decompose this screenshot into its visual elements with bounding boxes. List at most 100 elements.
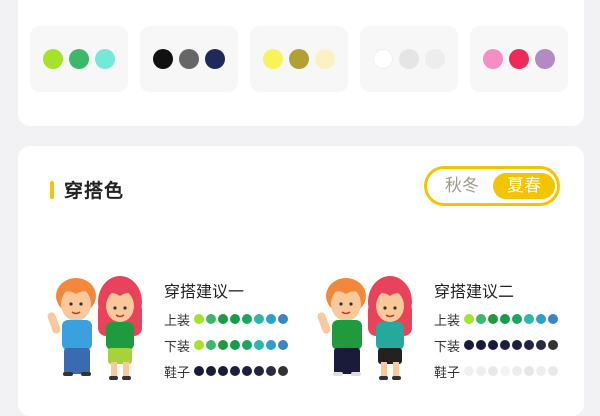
color-dots xyxy=(464,366,558,376)
color-dot xyxy=(206,314,216,324)
suggestion-title: 穿搭建议二 xyxy=(434,282,515,301)
color-dot xyxy=(242,340,252,350)
color-dot xyxy=(536,366,546,376)
palette-swatch[interactable] xyxy=(470,26,568,92)
row-label: 上装 xyxy=(434,313,461,329)
color-dot xyxy=(476,340,486,350)
color-dot xyxy=(194,366,204,376)
color-dot xyxy=(218,314,228,324)
color-dot xyxy=(242,366,252,376)
color-dot xyxy=(206,340,216,350)
row-label: 鞋子 xyxy=(164,365,191,381)
color-dot xyxy=(254,366,264,376)
color-dot xyxy=(464,340,474,350)
outfit-suggestion-1[interactable]: 穿搭建议一 上装 下装 鞋子 xyxy=(42,266,292,416)
color-dot xyxy=(289,49,309,69)
color-dot xyxy=(278,340,288,350)
color-dot xyxy=(476,314,486,324)
color-dot xyxy=(266,314,276,324)
color-dots xyxy=(194,340,288,350)
row-label: 上装 xyxy=(164,313,191,329)
color-dot xyxy=(206,366,216,376)
color-dot xyxy=(278,366,288,376)
couple-illustration xyxy=(47,276,142,380)
color-dot xyxy=(194,340,204,350)
color-dot xyxy=(399,49,419,69)
palette-card xyxy=(18,0,584,126)
color-dot xyxy=(524,314,534,324)
row-shoes: 鞋子 xyxy=(434,362,558,381)
outfit-color-card: 穿搭色 秋冬 夏春 穿搭建议一 上装 下装 鞋子 穿搭建议二 上装 下装 鞋子 xyxy=(18,146,584,416)
color-dot xyxy=(509,49,529,69)
color-dot xyxy=(266,366,276,376)
color-dot xyxy=(548,340,558,350)
season-option-autumn-winter[interactable]: 秋冬 xyxy=(433,173,491,199)
color-dot xyxy=(194,314,204,324)
color-dot xyxy=(536,340,546,350)
color-dot xyxy=(230,340,240,350)
color-dot xyxy=(464,314,474,324)
palette-swatch[interactable] xyxy=(360,26,458,92)
row-shoes: 鞋子 xyxy=(164,362,288,381)
color-dot xyxy=(512,340,522,350)
row-label: 鞋子 xyxy=(434,365,461,381)
section-accent-bar xyxy=(50,181,54,199)
couple-illustration xyxy=(317,276,412,380)
color-dot xyxy=(512,314,522,324)
color-dot xyxy=(488,366,498,376)
girl-figure xyxy=(98,276,142,380)
color-dot xyxy=(500,366,510,376)
color-dot xyxy=(535,49,555,69)
color-dot xyxy=(464,366,474,376)
color-dot xyxy=(524,340,534,350)
color-dot xyxy=(179,49,199,69)
suggestion-title: 穿搭建议一 xyxy=(164,282,245,301)
color-dot xyxy=(254,314,264,324)
color-dot xyxy=(266,340,276,350)
color-dot xyxy=(425,49,445,69)
color-dot xyxy=(483,49,503,69)
row-label: 下装 xyxy=(164,339,191,355)
color-dot xyxy=(488,314,498,324)
color-dot xyxy=(254,340,264,350)
boy-figure xyxy=(47,278,96,376)
color-dot xyxy=(476,366,486,376)
color-dots xyxy=(194,366,288,376)
color-dot xyxy=(43,49,63,69)
row-bottom: 下装 xyxy=(434,336,558,355)
color-dot xyxy=(373,49,393,69)
color-dots xyxy=(194,314,288,324)
row-top: 上装 xyxy=(164,310,288,329)
row-label: 下装 xyxy=(434,339,461,355)
season-option-summer-spring[interactable]: 夏春 xyxy=(493,173,555,199)
color-dots xyxy=(464,314,558,324)
color-dot xyxy=(69,49,89,69)
color-dot xyxy=(500,314,510,324)
row-top: 上装 xyxy=(434,310,558,329)
color-dot xyxy=(488,340,498,350)
outfit-suggestion-2[interactable]: 穿搭建议二 上装 下装 鞋子 xyxy=(312,266,562,416)
color-dot xyxy=(242,314,252,324)
color-dot xyxy=(230,314,240,324)
color-dot xyxy=(153,49,173,69)
color-dot xyxy=(548,314,558,324)
color-dot xyxy=(95,49,115,69)
color-dot xyxy=(548,366,558,376)
row-bottom: 下装 xyxy=(164,336,288,355)
color-dot xyxy=(218,340,228,350)
color-dot xyxy=(205,49,225,69)
season-toggle[interactable]: 秋冬 夏春 xyxy=(424,166,560,206)
color-dot xyxy=(500,340,510,350)
color-dot xyxy=(512,366,522,376)
girl-figure xyxy=(368,276,412,380)
palette-swatch[interactable] xyxy=(30,26,128,92)
palette-swatch[interactable] xyxy=(140,26,238,92)
color-dot xyxy=(230,366,240,376)
color-dot xyxy=(278,314,288,324)
palette-swatch[interactable] xyxy=(250,26,348,92)
color-dot xyxy=(263,49,283,69)
color-dots xyxy=(464,340,558,350)
boy-figure xyxy=(317,278,366,376)
color-dot xyxy=(536,314,546,324)
color-dot xyxy=(218,366,228,376)
